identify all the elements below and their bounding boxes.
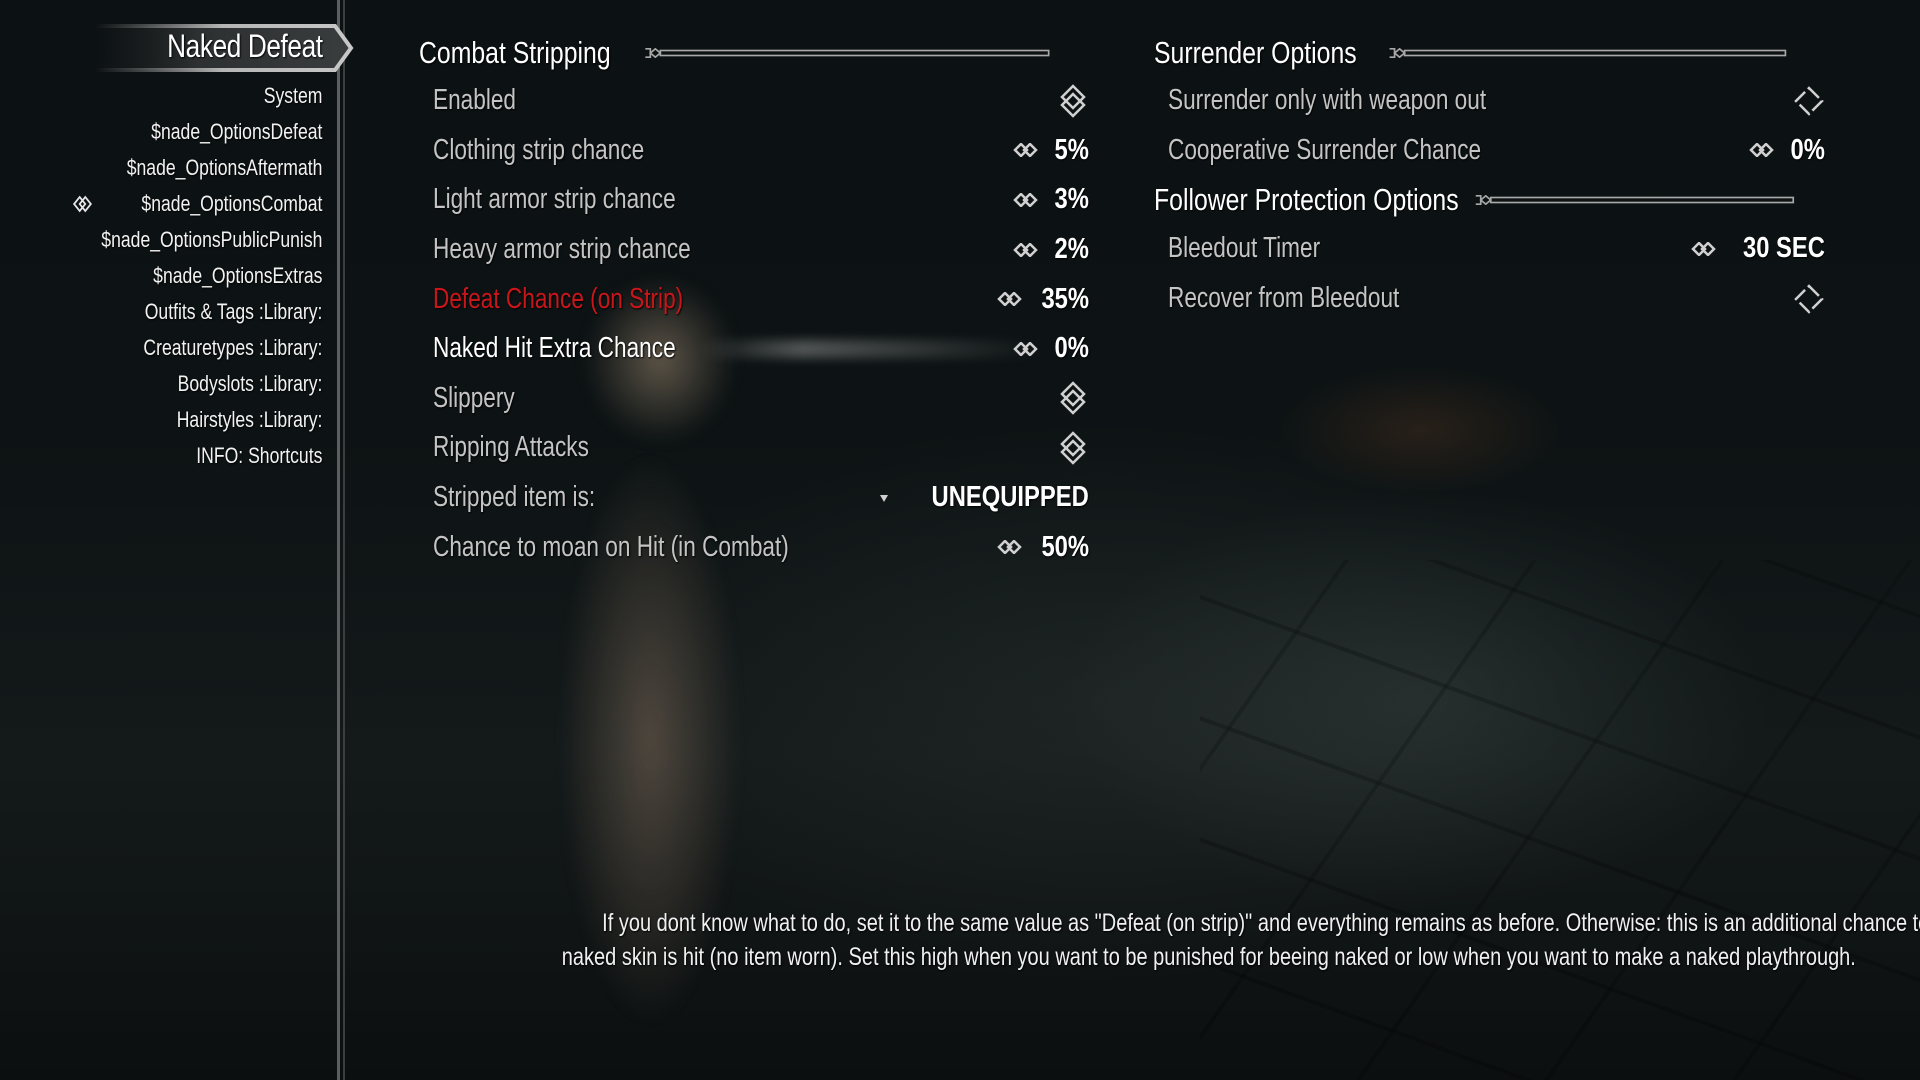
mcm-menu: Naked Defeat System $nade_OptionsDefeat … xyxy=(0,0,1920,1080)
surrender-column: Surrender Options Surrender only with we… xyxy=(1154,30,1827,323)
slider-icon xyxy=(1013,341,1038,356)
info-text-line-1: If you dont know what to do, set it to t… xyxy=(602,909,1920,937)
section-header-text: Surrender Options xyxy=(1154,35,1357,70)
sidebar-item-creaturetypes[interactable]: Creaturetypes :Library: xyxy=(101,330,322,366)
section-header-text: Combat Stripping xyxy=(419,35,611,70)
info-description: If you dont know what to do, set it to t… xyxy=(400,906,1920,974)
checkbox-checked-icon[interactable] xyxy=(1057,431,1089,465)
slider-value: 0% xyxy=(1790,133,1825,166)
section-header-surrender-options: Surrender Options xyxy=(1154,30,1827,76)
option-light-armor-strip-chance[interactable]: Light armor strip chance 3% xyxy=(419,175,1091,225)
option-enabled[interactable]: Enabled xyxy=(419,76,1091,126)
slider-value: 35% xyxy=(1041,282,1089,315)
sidebar-item-options-extras[interactable]: $nade_OptionsExtras xyxy=(101,258,322,294)
sidebar-divider-inner xyxy=(343,0,345,1080)
slider-value: 5% xyxy=(1054,133,1089,166)
menu-value: UNEQUIPPED xyxy=(931,481,1089,514)
dropdown-icon xyxy=(880,494,889,502)
section-header-text: Follower Protection Options xyxy=(1154,181,1459,217)
option-bleedout-timer[interactable]: Bleedout Timer 30 SEC xyxy=(1154,224,1827,274)
sidebar-item-options-defeat[interactable]: $nade_OptionsDefeat xyxy=(101,114,322,150)
option-clothing-strip-chance[interactable]: Clothing strip chance 5% xyxy=(419,126,1091,176)
option-surrender-weapon-out[interactable]: Surrender only with weapon out xyxy=(1154,76,1827,126)
option-slippery[interactable]: Slippery xyxy=(419,374,1091,424)
option-stripped-item-is[interactable]: Stripped item is: UNEQUIPPED xyxy=(419,473,1091,523)
sidebar-item-bodyslots[interactable]: Bodyslots :Library: xyxy=(101,366,322,402)
sidebar-item-options-publicpunish[interactable]: $nade_OptionsPublicPunish xyxy=(101,222,322,258)
slider-icon xyxy=(1013,242,1038,257)
header-ornament-line xyxy=(645,48,1050,58)
checkbox-checked-icon[interactable] xyxy=(1057,84,1089,118)
sidebar-item-info-shortcuts[interactable]: INFO: Shortcuts xyxy=(101,438,322,474)
sidebar-item-options-aftermath[interactable]: $nade_OptionsAftermath xyxy=(101,150,322,186)
slider-icon xyxy=(997,292,1022,307)
slider-value: 0% xyxy=(1054,332,1089,365)
header-ornament-line xyxy=(1475,195,1795,206)
option-defeat-chance-on-strip[interactable]: Defeat Chance (on Strip) 35% xyxy=(419,274,1091,324)
slider-icon xyxy=(1691,241,1716,256)
slider-icon xyxy=(1013,192,1038,207)
checkbox-checked-icon[interactable] xyxy=(1057,381,1089,416)
sidebar-item-outfits-tags[interactable]: Outfits & Tags :Library: xyxy=(101,294,322,330)
checkbox-unchecked-icon[interactable] xyxy=(1793,282,1825,316)
selected-page-icon xyxy=(72,195,92,213)
sidebar-item-hairstyles[interactable]: Hairstyles :Library: xyxy=(101,402,322,438)
mod-title: Naked Defeat xyxy=(167,28,323,64)
option-chance-to-moan[interactable]: Chance to moan on Hit (in Combat) 50% xyxy=(419,522,1091,572)
slider-icon xyxy=(997,540,1022,555)
slider-value: 3% xyxy=(1054,183,1089,216)
option-cooperative-surrender-chance[interactable]: Cooperative Surrender Chance 0% xyxy=(1154,126,1827,176)
option-ripping-attacks[interactable]: Ripping Attacks xyxy=(419,423,1091,473)
slider-value: 2% xyxy=(1054,233,1089,266)
sidebar-page-list: System $nade_OptionsDefeat $nade_Options… xyxy=(46,78,322,474)
slider-icon xyxy=(1749,143,1774,158)
header-ornament-line xyxy=(1389,48,1787,58)
slider-value: 30 SEC xyxy=(1743,232,1825,265)
section-header-combat-stripping: Combat Stripping xyxy=(419,30,1091,76)
sidebar-divider xyxy=(337,0,340,1080)
option-naked-hit-extra-chance[interactable]: Naked Hit Extra Chance 0% xyxy=(419,324,1091,374)
slider-icon xyxy=(1013,143,1038,158)
slider-value: 50% xyxy=(1041,530,1089,563)
combat-stripping-column: Combat Stripping Enabled Clothing strip … xyxy=(419,30,1091,572)
section-header-follower-protection: Follower Protection Options xyxy=(1154,175,1827,224)
option-heavy-armor-strip-chance[interactable]: Heavy armor strip chance 2% xyxy=(419,225,1091,275)
mod-title-banner: Naked Defeat xyxy=(95,22,355,74)
option-recover-from-bleedout[interactable]: Recover from Bleedout xyxy=(1154,274,1827,324)
sidebar-item-options-combat[interactable]: $nade_OptionsCombat xyxy=(72,186,322,222)
checkbox-unchecked-icon[interactable] xyxy=(1793,84,1825,118)
sidebar-item-system[interactable]: System xyxy=(101,78,322,114)
info-text-line-2: naked skin is hit (no item worn). Set th… xyxy=(561,943,1856,971)
